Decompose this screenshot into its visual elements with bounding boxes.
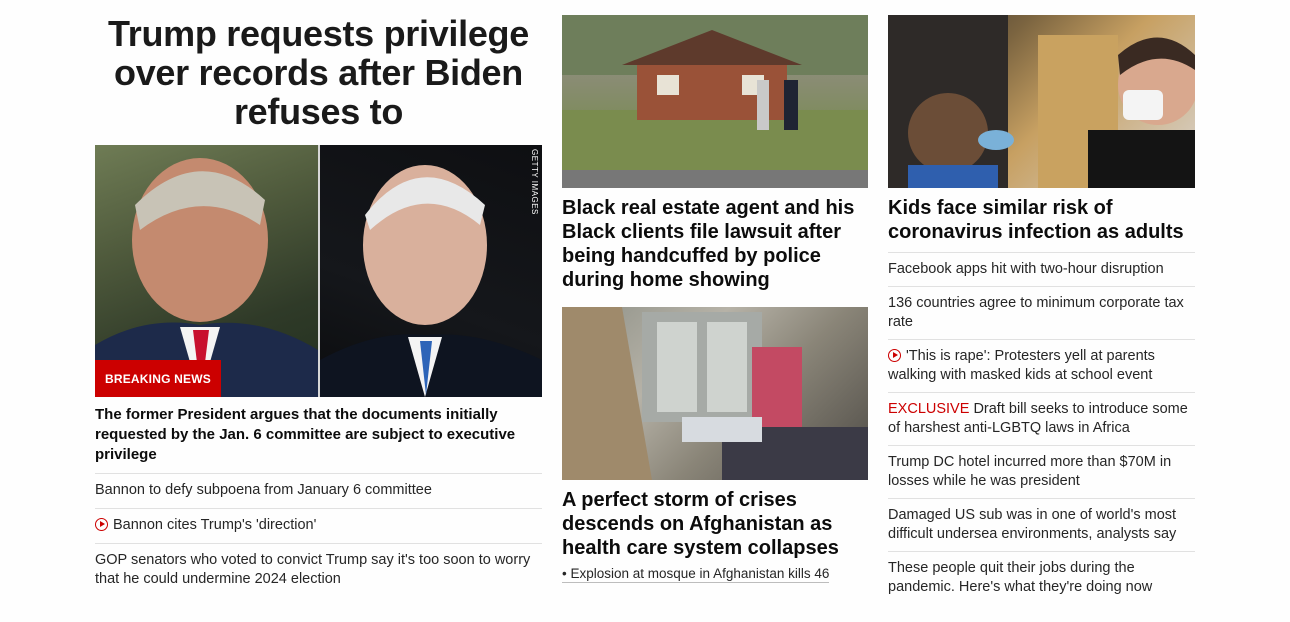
image-divider [318, 145, 320, 397]
hospital-photo-image[interactable] [562, 307, 868, 480]
middle-column: Black real estate agent and his Black cl… [562, 0, 868, 583]
lead-story-column: Trump requests privilege over records af… [95, 0, 542, 597]
biden-silhouette-icon [320, 165, 542, 397]
play-icon [95, 518, 108, 531]
list-item-text: 136 countries agree to minimum corporate… [888, 295, 1184, 330]
list-item-text: 'This is rape': Protesters yell at paren… [888, 348, 1155, 383]
biden-photo [320, 145, 542, 397]
list-item[interactable]: Facebook apps hit with two-hour disrupti… [888, 252, 1195, 286]
house-photo-image[interactable] [562, 15, 868, 188]
list-item[interactable]: Trump DC hotel incurred more than $70M i… [888, 445, 1195, 498]
right-headline-list: Facebook apps hit with two-hour disrupti… [888, 252, 1195, 604]
photo-credit: GETTY IMAGES [530, 149, 539, 215]
right-column: Kids face similar risk of coronavirus in… [888, 0, 1195, 604]
story-headline[interactable]: Kids face similar risk of coronavirus in… [888, 196, 1195, 244]
list-item-text: GOP senators who voted to convict Trump … [95, 552, 531, 587]
list-item[interactable]: Bannon cites Trump's 'direction' [95, 508, 542, 543]
exclusive-label: EXCLUSIVE [888, 401, 970, 417]
list-item-text: Bannon to defy subpoena from January 6 c… [95, 482, 432, 498]
story-headline[interactable]: A perfect storm of crises descends on Af… [562, 488, 868, 560]
lead-image[interactable]: GETTY IMAGES BREAKING NEWS [95, 145, 542, 397]
lead-headline[interactable]: Trump requests privilege over records af… [95, 14, 542, 131]
list-item[interactable]: Damaged US sub was in one of world's mos… [888, 498, 1195, 551]
list-item-text: These people quit their jobs during the … [888, 560, 1153, 595]
story-headline[interactable]: Black real estate agent and his Black cl… [562, 196, 868, 292]
kids-photo-icon [888, 15, 1195, 188]
list-item[interactable]: EXCLUSIVE Draft bill seeks to introduce … [888, 392, 1195, 445]
list-item[interactable]: GOP senators who voted to convict Trump … [95, 543, 542, 597]
house-photo-icon [562, 15, 868, 188]
hospital-photo-icon [562, 307, 868, 480]
list-item[interactable]: 'This is rape': Protesters yell at paren… [888, 339, 1195, 392]
related-link[interactable]: • Explosion at mosque in Afghanistan kil… [562, 566, 830, 583]
list-item-text: Bannon cites Trump's 'direction' [113, 517, 317, 533]
list-item[interactable]: These people quit their jobs during the … [888, 551, 1195, 604]
list-item-text: Damaged US sub was in one of world's mos… [888, 507, 1177, 542]
list-item-text: Trump DC hotel incurred more than $70M i… [888, 454, 1172, 489]
kids-photo-image[interactable] [888, 15, 1195, 188]
play-icon [888, 349, 901, 362]
list-item[interactable]: 136 countries agree to minimum corporate… [888, 286, 1195, 339]
lead-caption[interactable]: The former President argues that the doc… [95, 405, 542, 465]
list-item[interactable]: Bannon to defy subpoena from January 6 c… [95, 473, 542, 508]
breaking-news-badge: BREAKING NEWS [95, 360, 221, 397]
list-item-text: Facebook apps hit with two-hour disrupti… [888, 261, 1164, 277]
lead-related-list: Bannon to defy subpoena from January 6 c… [95, 473, 542, 597]
